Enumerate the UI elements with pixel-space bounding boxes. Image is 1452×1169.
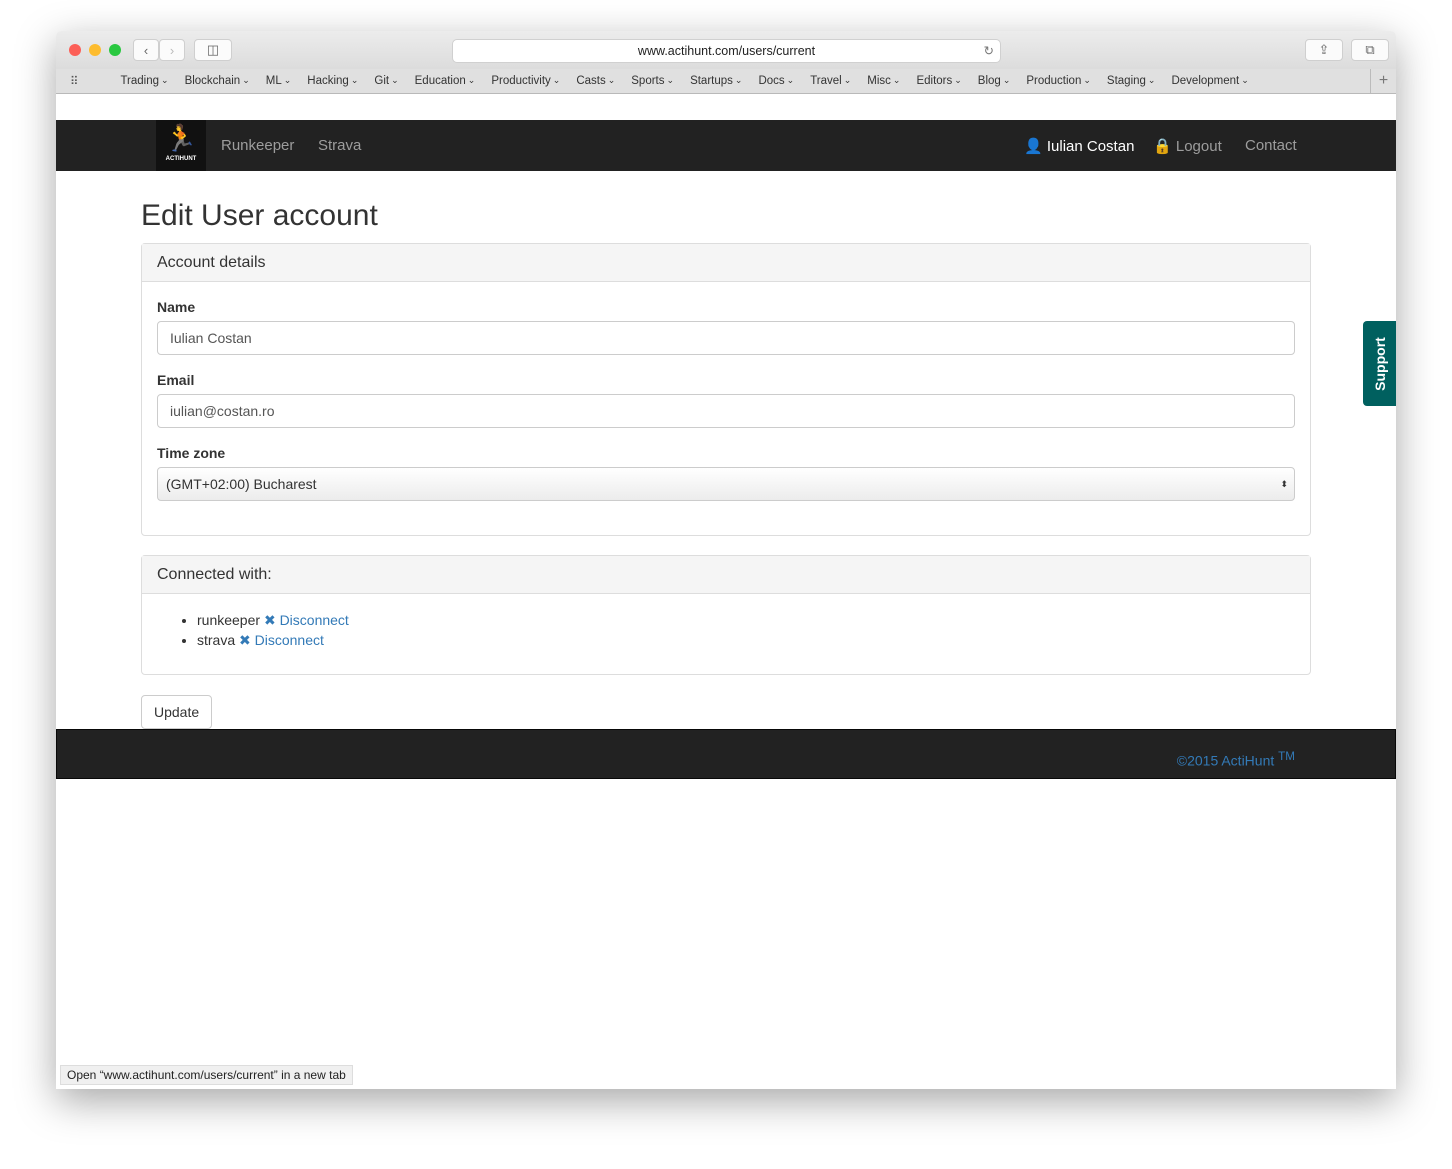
- disconnect-label: Disconnect: [279, 612, 349, 628]
- footer: ©2015 ActiHunt TM: [56, 729, 1396, 779]
- bookmark-folder[interactable]: Development: [1171, 75, 1239, 87]
- status-bar: Open “www.actihunt.com/users/current” in…: [60, 1065, 353, 1085]
- support-tab[interactable]: Support: [1363, 321, 1396, 406]
- chevron-down-icon: ⌄: [1241, 75, 1249, 85]
- timezone-select[interactable]: (GMT+02:00) Bucharest ⬍: [157, 467, 1295, 501]
- bookmark-folder[interactable]: Blockchain: [185, 75, 241, 87]
- page-title: Edit User account: [141, 199, 378, 232]
- chevron-down-icon: ⌄: [666, 75, 675, 85]
- select-arrows-icon: ⬍: [1280, 479, 1288, 489]
- address-bar[interactable]: www.actihunt.com/users/current ↻: [452, 39, 1001, 63]
- list-item: strava ✖ Disconnect: [197, 630, 1310, 650]
- browser-window: ‹ › ◫ www.actihunt.com/users/current ↻ ⇪ …: [56, 31, 1396, 1089]
- disconnect-link[interactable]: ✖ Disconnect: [239, 632, 324, 648]
- logout-label: Logout: [1175, 138, 1222, 155]
- chevron-down-icon: ⌄: [283, 75, 292, 85]
- chevron-down-icon: ⌄: [786, 75, 795, 85]
- connected-panel: Connected with: runkeeper ✖ Disconnect s…: [141, 555, 1311, 675]
- panel-heading: Connected with:: [142, 556, 1310, 594]
- chevron-down-icon: ⌄: [1002, 75, 1011, 85]
- chevron-down-icon: ⌄: [954, 75, 962, 85]
- forward-button[interactable]: ›: [159, 39, 185, 61]
- email-input[interactable]: iulian@costan.ro: [157, 394, 1295, 428]
- bookmark-folder[interactable]: Git: [374, 75, 389, 87]
- nav-strava[interactable]: Strava: [318, 137, 361, 154]
- bookmark-folder[interactable]: Sports: [631, 75, 664, 87]
- name-label: Name: [157, 299, 196, 315]
- bookmark-folder[interactable]: Staging: [1107, 75, 1146, 87]
- copyright-link[interactable]: ©2015 ActiHunt TM: [1177, 750, 1295, 769]
- chevron-down-icon: ⌄: [391, 75, 399, 85]
- disconnect-label: Disconnect: [254, 632, 324, 648]
- chevron-down-icon: ⌄: [734, 75, 743, 85]
- bookmark-folder[interactable]: Docs: [758, 75, 784, 87]
- chevron-down-icon: ⌄: [350, 75, 359, 85]
- nav-runkeeper[interactable]: Runkeeper: [221, 137, 294, 154]
- nav-user[interactable]: 👤 Iulian Costan: [1024, 137, 1134, 155]
- x-icon: ✖: [263, 612, 276, 628]
- name-input[interactable]: Iulian Costan: [157, 321, 1295, 355]
- url-text: www.actihunt.com/users/current: [637, 44, 816, 58]
- share-icon[interactable]: ⇪: [1305, 39, 1343, 61]
- timezone-value: (GMT+02:00) Bucharest: [166, 476, 317, 492]
- bookmark-folder[interactable]: Hacking: [307, 75, 349, 87]
- bookmark-folder[interactable]: Trading: [120, 75, 159, 87]
- bookmark-folder[interactable]: Startups: [690, 75, 733, 87]
- tabs-icon[interactable]: ⧉: [1351, 39, 1389, 61]
- service-name: runkeeper: [197, 612, 261, 628]
- nav-logout[interactable]: 🔒 Logout: [1153, 137, 1222, 155]
- nav-contact[interactable]: Contact: [1245, 137, 1297, 154]
- copyright-text: ©2015 ActiHunt: [1176, 752, 1275, 769]
- zoom-button[interactable]: [109, 44, 121, 56]
- chevron-down-icon: ⌄: [892, 75, 901, 85]
- list-item: runkeeper ✖ Disconnect: [197, 610, 1310, 630]
- logo[interactable]: 🏃 ACTIHUNT: [156, 120, 206, 171]
- bookmark-folder[interactable]: Education: [415, 75, 466, 87]
- new-tab-button[interactable]: +: [1370, 69, 1396, 93]
- bookmark-folder[interactable]: Editors: [916, 75, 952, 87]
- bookmark-folder[interactable]: Blog: [978, 75, 1001, 87]
- bookmark-folder[interactable]: Misc: [867, 75, 891, 87]
- back-button[interactable]: ‹: [133, 39, 159, 61]
- x-icon: ✖: [239, 632, 251, 648]
- bookmark-folder[interactable]: Casts: [576, 75, 605, 87]
- bookmark-folder[interactable]: Production: [1026, 75, 1081, 87]
- bookmark-folder[interactable]: Travel: [810, 75, 842, 87]
- account-panel: Account details Name Iulian Costan Email…: [141, 243, 1311, 536]
- grid-icon[interactable]: ⠿: [70, 74, 78, 88]
- disconnect-link[interactable]: ✖ Disconnect: [264, 612, 349, 628]
- panel-heading: Account details: [142, 244, 1310, 282]
- service-name: strava: [197, 632, 236, 648]
- timezone-label: Time zone: [157, 445, 226, 461]
- bookmarks-bar: ⠿ Trading ⌄ Blockchain ⌄ ML ⌄ Hacking ⌄ Git …: [56, 69, 1396, 94]
- trademark: TM: [1278, 750, 1295, 763]
- chevron-down-icon: ⌄: [242, 75, 250, 85]
- chevron-down-icon: ⌄: [607, 75, 616, 85]
- user-name: Iulian Costan: [1046, 138, 1135, 155]
- sidebar-icon[interactable]: ◫: [194, 39, 232, 61]
- chevron-down-icon: ⌄: [552, 75, 561, 85]
- lock-icon: 🔒: [1153, 138, 1172, 155]
- reload-icon[interactable]: ↻: [984, 40, 994, 62]
- update-button[interactable]: Update: [141, 695, 213, 729]
- minimize-button[interactable]: [89, 44, 101, 56]
- email-label: Email: [157, 372, 195, 388]
- support-label: Support: [1371, 336, 1388, 391]
- navbar: 🏃 ACTIHUNT Runkeeper Strava 👤 Iulian Cos…: [56, 120, 1396, 171]
- user-icon: 👤: [1024, 138, 1043, 155]
- bookmark-folder[interactable]: Productivity: [491, 75, 550, 87]
- chevron-down-icon: ⌄: [1083, 75, 1091, 85]
- runners-icon: 🏃: [164, 123, 198, 153]
- bookmark-folder[interactable]: ML: [266, 75, 282, 87]
- chevron-down-icon: ⌄: [1147, 75, 1156, 85]
- title-bar: ‹ › ◫ www.actihunt.com/users/current ↻ ⇪ …: [56, 31, 1396, 69]
- chevron-down-icon: ⌄: [843, 75, 852, 85]
- chevron-down-icon: ⌄: [467, 75, 476, 85]
- chevron-down-icon: ⌄: [161, 75, 169, 85]
- close-button[interactable]: [69, 44, 81, 56]
